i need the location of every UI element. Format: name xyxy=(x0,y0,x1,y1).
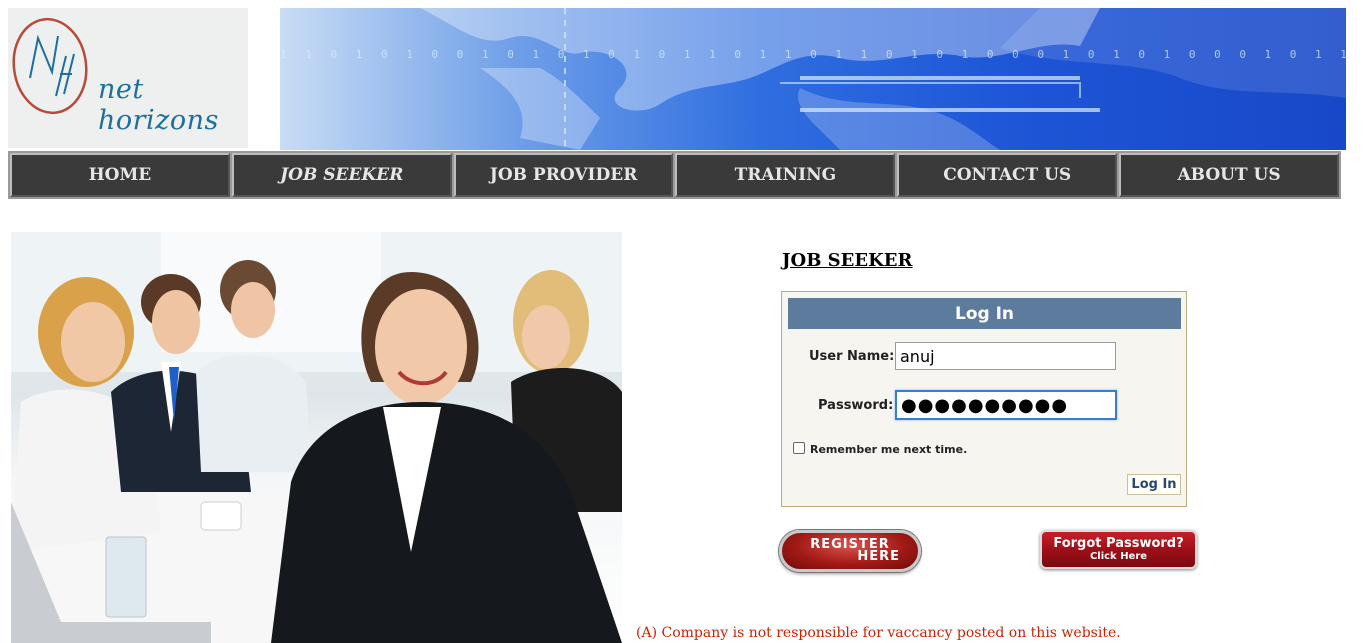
forgot-password-line2: Click Here xyxy=(1089,551,1148,562)
nav-job-provider[interactable]: JOB PROVIDER xyxy=(453,153,674,197)
nav-training[interactable]: TRAINING xyxy=(675,153,896,197)
username-label: User Name: xyxy=(809,349,895,364)
world-map-graphic xyxy=(420,8,1346,150)
main-nav: HOME JOB SEEKER JOB PROVIDER TRAINING CO… xyxy=(8,151,1341,199)
login-button[interactable]: Log In xyxy=(1127,474,1181,495)
login-header: Log In xyxy=(788,298,1181,329)
site-logo[interactable]: net horizons xyxy=(8,8,248,148)
header-banner: 1 1 0 1 0 1 0 0 1 0 1 0 1 0 1 0 1 1 0 1 … xyxy=(280,8,1346,150)
banner-binary: 1 1 0 1 0 1 0 0 1 0 1 0 1 0 1 0 1 1 0 1 … xyxy=(280,48,1346,61)
remember-me-label: Remember me next time. xyxy=(810,443,968,456)
register-line2: HERE xyxy=(857,549,900,564)
office-team-photo xyxy=(11,232,622,643)
forgot-password-button[interactable]: Forgot Password? Click Here xyxy=(1040,530,1197,569)
nav-contact-us[interactable]: CONTACT US xyxy=(897,153,1118,197)
forgot-password-line1: Forgot Password? xyxy=(1053,536,1184,551)
login-panel: Log In User Name: Password: ●●●●●●●●●● R… xyxy=(781,291,1187,507)
nav-home[interactable]: HOME xyxy=(10,153,230,197)
username-input[interactable] xyxy=(895,342,1116,370)
photo-illustration xyxy=(11,232,622,643)
disclaimer-text: (A) Company is not responsible for vacca… xyxy=(636,625,1121,641)
logo-text: net horizons xyxy=(98,74,219,136)
nav-job-seeker[interactable]: JOB SEEKER xyxy=(231,153,452,197)
page-title: JOB SEEKER xyxy=(782,250,913,271)
password-input[interactable]: ●●●●●●●●●● xyxy=(895,390,1117,420)
password-label: Password: xyxy=(818,398,894,413)
remember-me-checkbox[interactable] xyxy=(793,442,805,454)
register-here-button[interactable]: REGISTER HERE xyxy=(779,530,921,572)
nav-about-us[interactable]: ABOUT US xyxy=(1119,153,1339,197)
